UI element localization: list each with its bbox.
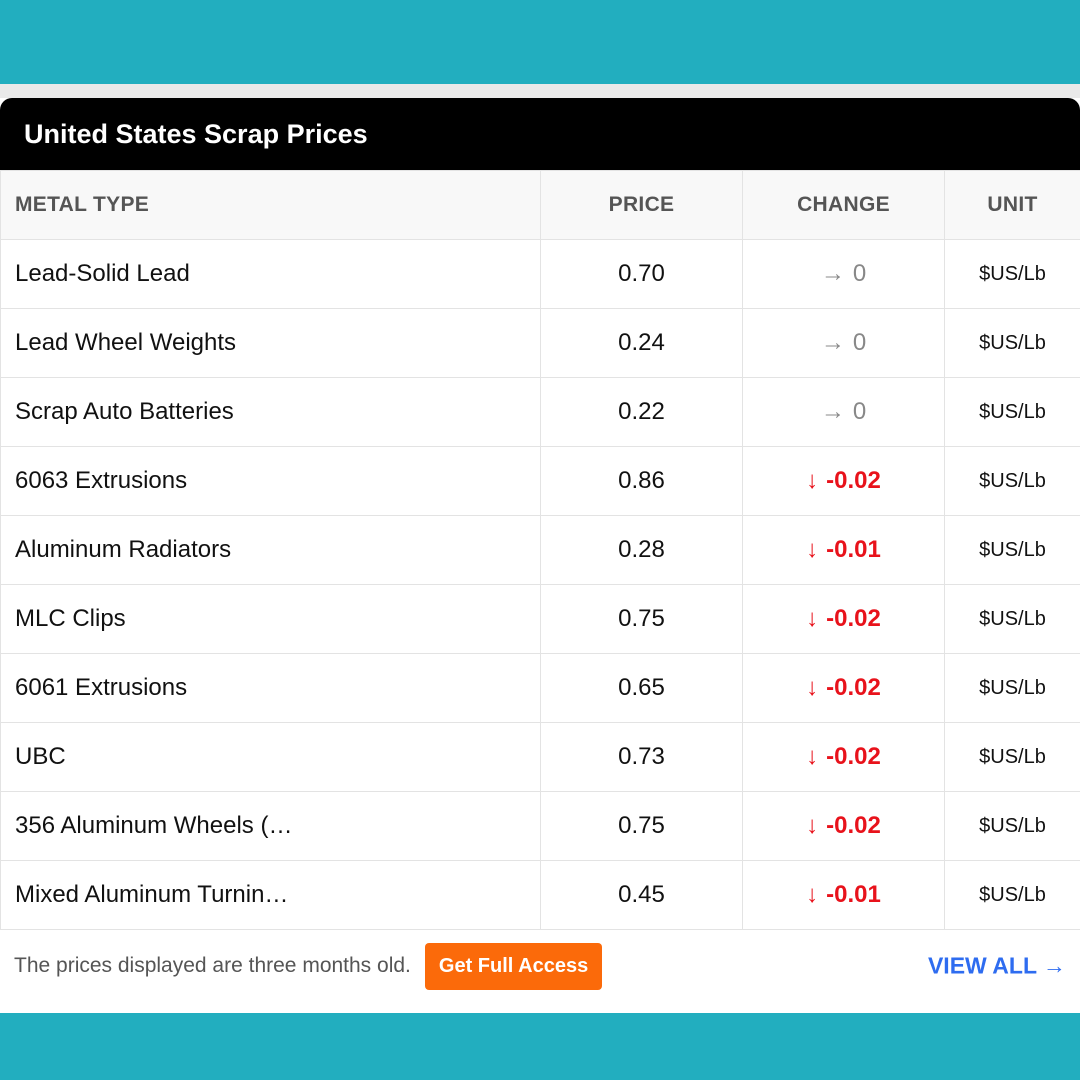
change-value: 0 [852, 260, 867, 287]
unit-cell: $US/Lb [944, 308, 1080, 378]
column-header-unit: UNIT [944, 170, 1080, 240]
arrow-down-icon: ↓ [806, 605, 819, 632]
widget-header: United States Scrap Prices [0, 98, 1080, 170]
footer-note: The prices displayed are three months ol… [14, 954, 411, 977]
arrow-right-icon: → [820, 260, 845, 287]
change-value: 0 [852, 329, 867, 356]
scrap-prices-widget: United States Scrap Prices METAL TYPE PR… [0, 98, 1080, 1013]
widget-title: United States Scrap Prices [24, 118, 368, 149]
change-cell: → 0 [742, 308, 945, 378]
price-cell: 0.45 [540, 860, 743, 930]
unit-cell: $US/Lb [944, 584, 1080, 654]
prices-table: METAL TYPE PRICE CHANGE UNIT Lead-Solid … [0, 170, 1080, 930]
change-value: -0.02 [826, 743, 881, 770]
metal-type-cell: MLC Clips [0, 584, 541, 654]
unit-cell: $US/Lb [944, 377, 1080, 447]
unit-cell: $US/Lb [944, 446, 1080, 516]
change-value: -0.02 [826, 812, 881, 839]
unit-cell: $US/Lb [944, 515, 1080, 585]
top-background-band [0, 0, 1080, 84]
arrow-down-icon: ↓ [806, 743, 819, 770]
price-cell: 0.22 [540, 377, 743, 447]
table-row[interactable]: Lead-Solid Lead 0.70 → 0 $US/Lb [0, 239, 1080, 309]
table-row[interactable]: Lead Wheel Weights 0.24 → 0 $US/Lb [0, 308, 1080, 378]
table-header-row: METAL TYPE PRICE CHANGE UNIT [0, 170, 1080, 240]
change-cell: → 0 [742, 377, 945, 447]
metal-type-cell: UBC [0, 722, 541, 792]
table-row[interactable]: 6063 Extrusions 0.86 ↓ -0.02 $US/Lb [0, 446, 1080, 516]
change-cell: ↓ -0.01 [742, 515, 945, 585]
change-cell: → 0 [742, 239, 945, 309]
change-value: -0.01 [826, 881, 881, 908]
table-row[interactable]: Aluminum Radiators 0.28 ↓ -0.01 $US/Lb [0, 515, 1080, 585]
column-header-change: CHANGE [742, 170, 945, 240]
metal-type-cell: 6061 Extrusions [0, 653, 541, 723]
table-row[interactable]: Scrap Auto Batteries 0.22 → 0 $US/Lb [0, 377, 1080, 447]
view-all-link[interactable]: VIEW ALL → [928, 953, 1066, 980]
change-cell: ↓ -0.02 [742, 791, 945, 861]
bottom-background-band [0, 1013, 1080, 1080]
change-cell: ↓ -0.01 [742, 860, 945, 930]
metal-type-cell: Mixed Aluminum Turnin… [0, 860, 541, 930]
change-value: -0.01 [826, 536, 881, 563]
unit-cell: $US/Lb [944, 239, 1080, 309]
arrow-down-icon: ↓ [806, 536, 819, 563]
metal-type-cell: Scrap Auto Batteries [0, 377, 541, 447]
metal-type-cell: Lead Wheel Weights [0, 308, 541, 378]
arrow-down-icon: ↓ [806, 812, 819, 839]
metal-type-cell: Lead-Solid Lead [0, 239, 541, 309]
price-cell: 0.73 [540, 722, 743, 792]
change-cell: ↓ -0.02 [742, 653, 945, 723]
table-row[interactable]: 356 Aluminum Wheels (… 0.75 ↓ -0.02 $US/Lb [0, 791, 1080, 861]
change-value: 0 [852, 398, 867, 425]
column-header-metal: METAL TYPE [0, 170, 541, 240]
price-cell: 0.24 [540, 308, 743, 378]
price-cell: 0.75 [540, 584, 743, 654]
change-cell: ↓ -0.02 [742, 722, 945, 792]
price-cell: 0.75 [540, 791, 743, 861]
price-cell: 0.65 [540, 653, 743, 723]
metal-type-cell: Aluminum Radiators [0, 515, 541, 585]
column-header-price: PRICE [540, 170, 743, 240]
table-row[interactable]: Mixed Aluminum Turnin… 0.45 ↓ -0.01 $US/Lb [0, 860, 1080, 930]
unit-cell: $US/Lb [944, 791, 1080, 861]
metal-type-cell: 6063 Extrusions [0, 446, 541, 516]
table-row[interactable]: MLC Clips 0.75 ↓ -0.02 $US/Lb [0, 584, 1080, 654]
arrow-down-icon: ↓ [806, 674, 819, 701]
table-row[interactable]: UBC 0.73 ↓ -0.02 $US/Lb [0, 722, 1080, 792]
unit-cell: $US/Lb [944, 722, 1080, 792]
table-row[interactable]: 6061 Extrusions 0.65 ↓ -0.02 $US/Lb [0, 653, 1080, 723]
unit-cell: $US/Lb [944, 860, 1080, 930]
change-cell: ↓ -0.02 [742, 584, 945, 654]
metal-type-cell: 356 Aluminum Wheels (… [0, 791, 541, 861]
change-value: -0.02 [826, 605, 881, 632]
get-full-access-button[interactable]: Get Full Access [424, 942, 603, 990]
price-cell: 0.86 [540, 446, 743, 516]
arrow-down-icon: ↓ [806, 881, 819, 908]
unit-cell: $US/Lb [944, 653, 1080, 723]
arrow-right-icon: → [1043, 952, 1066, 979]
price-cell: 0.28 [540, 515, 743, 585]
change-value: -0.02 [826, 674, 881, 701]
arrow-right-icon: → [820, 398, 845, 425]
widget-footer: The prices displayed are three months ol… [0, 930, 1080, 1002]
arrow-right-icon: → [820, 329, 845, 356]
arrow-down-icon: ↓ [806, 467, 819, 494]
change-value: -0.02 [826, 467, 881, 494]
change-cell: ↓ -0.02 [742, 446, 945, 516]
view-all-label: VIEW ALL [927, 952, 1037, 979]
price-cell: 0.70 [540, 239, 743, 309]
top-gap [0, 84, 1080, 98]
